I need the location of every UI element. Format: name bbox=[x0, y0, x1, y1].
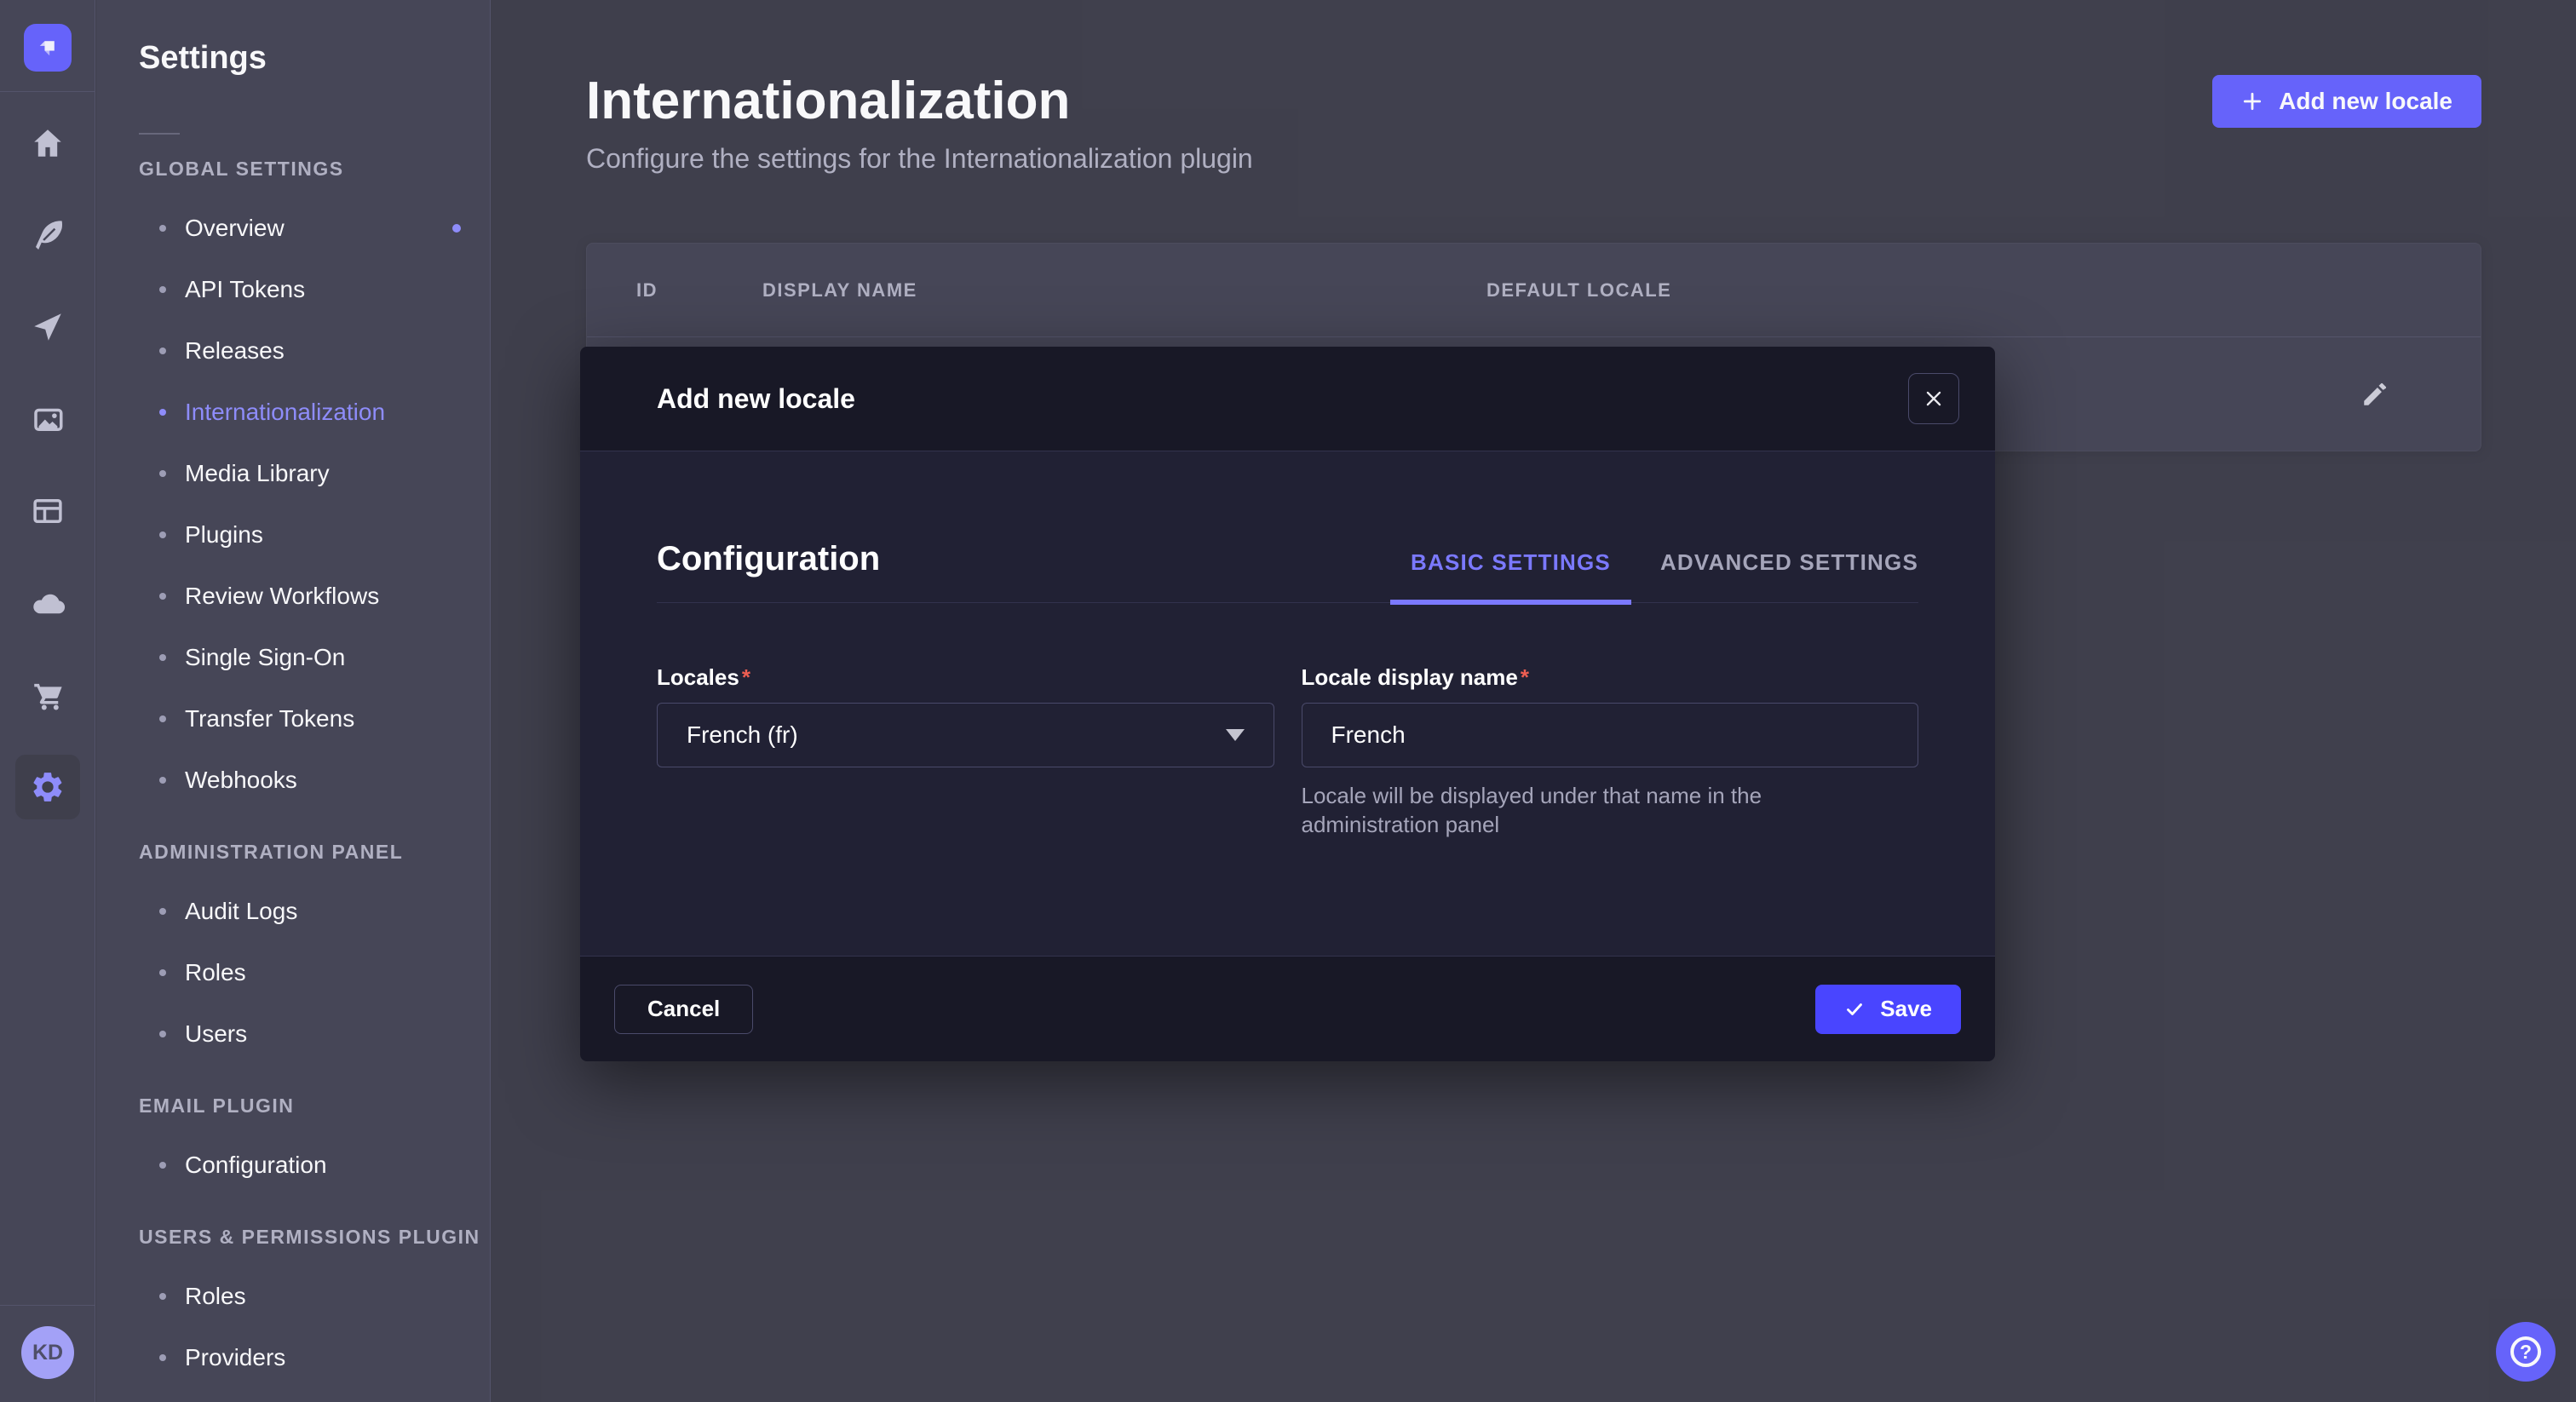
add-locale-modal: Add new locale Configuration BASIC SETTI… bbox=[580, 347, 1995, 1061]
configuration-section-title: Configuration bbox=[657, 540, 880, 602]
tab-basic-settings[interactable]: BASIC SETTINGS bbox=[1390, 549, 1631, 605]
display-name-input[interactable] bbox=[1302, 703, 1919, 767]
display-name-field-label: Locale display name* bbox=[1302, 664, 1919, 691]
modal-title: Add new locale bbox=[657, 383, 855, 415]
required-asterisk: * bbox=[742, 664, 750, 690]
locales-field-label: Locales* bbox=[657, 664, 1274, 691]
display-name-hint: Locale will be displayed under that name… bbox=[1302, 781, 1898, 839]
locales-select[interactable]: French (fr) bbox=[657, 703, 1274, 767]
modal-body: Configuration BASIC SETTINGS ADVANCED SE… bbox=[580, 451, 1995, 956]
save-button[interactable]: Save bbox=[1815, 985, 1961, 1034]
locales-select-value: French (fr) bbox=[687, 721, 798, 749]
cancel-button[interactable]: Cancel bbox=[614, 985, 753, 1034]
close-icon bbox=[1923, 388, 1945, 410]
save-button-label: Save bbox=[1880, 996, 1932, 1022]
modal-footer: Cancel Save bbox=[580, 956, 1995, 1061]
modal-header: Add new locale bbox=[580, 347, 1995, 451]
close-modal-button[interactable] bbox=[1908, 373, 1959, 424]
required-asterisk: * bbox=[1521, 664, 1529, 690]
check-icon bbox=[1844, 999, 1865, 1020]
tab-advanced-settings[interactable]: ADVANCED SETTINGS bbox=[1660, 549, 1918, 605]
chevron-down-icon bbox=[1226, 729, 1245, 741]
modal-tabs: BASIC SETTINGS ADVANCED SETTINGS bbox=[1390, 549, 1918, 602]
